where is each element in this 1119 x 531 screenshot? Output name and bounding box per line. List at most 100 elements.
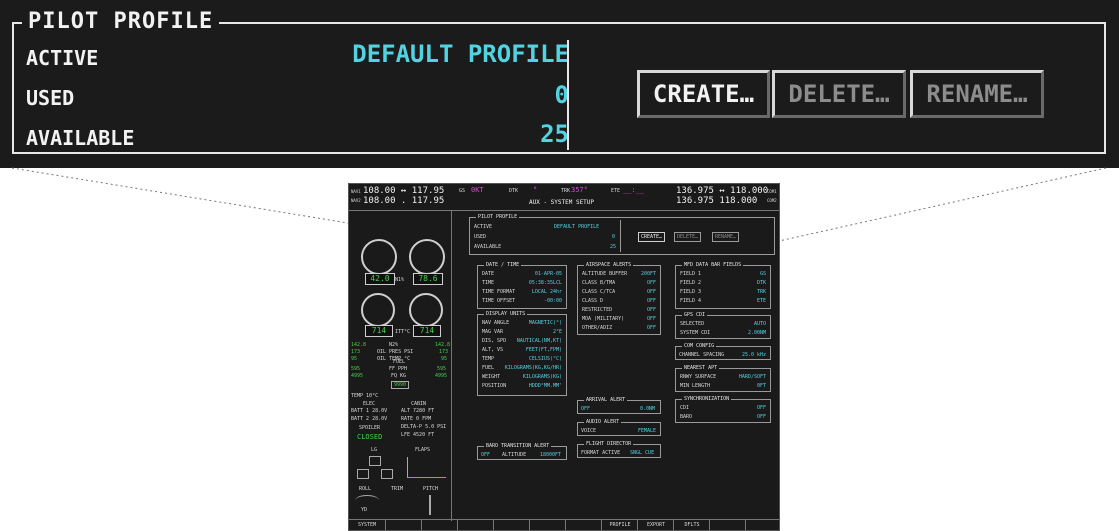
runway-surface-label: RNWY SURFACE	[680, 374, 717, 380]
softkey-profile[interactable]: PROFILE	[601, 520, 638, 530]
arrival-alert-distance[interactable]: 0.0NM	[640, 406, 655, 412]
time-format-row[interactable]: TIME FORMAT LOCAL 24hr	[482, 289, 562, 297]
airspace-alerts-title: AIRSPACE ALERTS	[584, 262, 634, 268]
airspace-alert-row[interactable]: CLASS D OFF	[582, 298, 656, 306]
n1-label: N1%	[395, 277, 405, 283]
nav-angle-value: MAGNETIC(°)	[528, 320, 562, 326]
sync-row[interactable]: BARO OFF	[680, 414, 766, 422]
mfd-rename-button[interactable]: RENAME…	[712, 232, 740, 242]
gps-cdi-box: GPS CDI SELECTED AUTO SYSTEM CDI 2.00NM	[675, 312, 771, 339]
softkey-5[interactable]	[493, 520, 530, 530]
com2-frequencies[interactable]: 136.975 118.000	[676, 197, 757, 206]
audio-alert-box: AUDIO ALERT VOICE FEMALE	[577, 419, 661, 436]
display-units-row[interactable]: NAV ANGLE MAGNETIC(°)	[482, 320, 562, 328]
other-adiz-value: OFF	[646, 325, 656, 331]
gps-cdi-row[interactable]: SYSTEM CDI 2.00NM	[680, 330, 766, 338]
spoiler-value: CLOSED	[357, 433, 383, 441]
flight-director-title: FLIGHT DIRECTOR	[584, 441, 634, 447]
airspace-alert-row[interactable]: ALTITUDE BUFFER 200FT	[582, 271, 656, 279]
temp-value: CELSIUS(°C)	[528, 356, 562, 362]
airspace-alert-row[interactable]: MOA (MILITARY) OFF	[582, 316, 656, 324]
airspace-alert-row[interactable]: CLASS B/TMA OFF	[582, 280, 656, 288]
field3-value: TRK	[756, 289, 766, 295]
nearest-apt-row[interactable]: RNWY SURFACE HARD/SOFT	[680, 374, 766, 382]
yd-label: YD	[361, 507, 368, 513]
airspace-alert-row[interactable]: CLASS C/TCA OFF	[582, 289, 656, 297]
softkey-11[interactable]	[709, 520, 746, 530]
min-length-value: 0FT	[756, 383, 766, 389]
mfd-pilot-profile-title: PILOT PROFILE	[476, 214, 520, 220]
flight-director-format-value[interactable]: SNGL CUE	[630, 450, 654, 456]
softkey-7[interactable]	[565, 520, 602, 530]
oil-temp-right: 95	[441, 356, 448, 362]
mag-var-value: 2°E	[552, 329, 562, 335]
data-bar-field-row[interactable]: FIELD 2 DTK	[680, 280, 766, 288]
softkey-dflts[interactable]: DFLTS	[673, 520, 710, 530]
nearest-apt-title: NEAREST APT	[682, 365, 720, 371]
time-offset-row[interactable]: TIME OFFSET -00:00	[482, 298, 562, 306]
baro-alert-altitude-value[interactable]: 18000FT	[540, 452, 561, 458]
time-row[interactable]: TIME 05:38:35LCL	[482, 280, 562, 288]
mfd-available-label: AVAILABLE	[474, 244, 502, 250]
softkey-system[interactable]: SYSTEM	[349, 520, 385, 530]
data-bar-field-row[interactable]: FIELD 4 ETE	[680, 298, 766, 306]
cabin-rate: RATE 0 FPM	[401, 416, 432, 422]
gps-cdi-row[interactable]: SELECTED AUTO	[680, 321, 766, 329]
sync-row[interactable]: CDI OFF	[680, 405, 766, 413]
softkey-12[interactable]	[745, 520, 779, 530]
softkey-3[interactable]	[421, 520, 458, 530]
softkey-4[interactable]	[457, 520, 494, 530]
nav1-frequencies[interactable]: 108.00 ↔ 117.95	[363, 187, 444, 196]
mfd-delete-button[interactable]: DELETE…	[674, 232, 702, 242]
n2-left: 142.8	[351, 342, 367, 348]
nearest-apt-row[interactable]: MIN LENGTH 0FT	[680, 383, 766, 391]
channel-spacing-value[interactable]: 25.0 kHz	[742, 352, 766, 358]
audio-alert-voice-label: VOICE	[581, 428, 597, 434]
min-length-label: MIN LENGTH	[680, 383, 711, 389]
com-config-title: COM CONFIG	[682, 343, 717, 349]
airspace-alert-row[interactable]: OTHER/ADIZ OFF	[582, 325, 656, 333]
trim-label: TRIM	[391, 486, 404, 492]
flaps-indicator	[407, 457, 446, 478]
pitch-label: PITCH	[423, 486, 439, 492]
display-units-row[interactable]: POSITION HDDD°MM.MM'	[482, 383, 562, 391]
system-cdi-value: 2.00NM	[747, 330, 766, 336]
display-units-row[interactable]: ALT, VS FEET(FT,FPM)	[482, 347, 562, 355]
mfd-create-button[interactable]: CREATE…	[638, 232, 666, 242]
n1-left-readout: 42.0	[365, 273, 395, 285]
nav2-frequencies[interactable]: 108.00 . 117.95	[363, 197, 444, 206]
class-c-value: OFF	[646, 289, 656, 295]
alt-vs-value: FEET(FT,FPM)	[525, 347, 562, 353]
nearest-apt-box: NEAREST APT RNWY SURFACE HARD/SOFT MIN LE…	[675, 365, 771, 392]
class-d-value: OFF	[646, 298, 656, 304]
display-units-row[interactable]: TEMP CELSIUS(°C)	[482, 356, 562, 364]
data-bar-field-row[interactable]: FIELD 3 TRK	[680, 289, 766, 297]
nose-gear-icon	[369, 456, 381, 466]
cdi-selected-value: AUTO	[753, 321, 766, 327]
display-units-row[interactable]: FUEL KILOGRAMS(KG,KG/HR)	[482, 365, 562, 373]
display-units-row[interactable]: WEIGHT KILOGRAMS(KG)	[482, 374, 562, 382]
display-units-row[interactable]: DIS, SPD NAUTICAL(NM,KT)	[482, 338, 562, 346]
oil-pres-left: 173	[351, 349, 361, 355]
display-units-row[interactable]: MAG VAR 2°E	[482, 329, 562, 337]
altitude-buffer-label: ALTITUDE BUFFER	[582, 271, 628, 277]
baro-alert-toggle[interactable]: OFF	[481, 452, 490, 458]
mfd-profile-divider	[620, 220, 621, 252]
arrival-alert-toggle[interactable]: OFF	[581, 406, 590, 412]
softkey-6[interactable]	[529, 520, 566, 530]
weight-label: WEIGHT	[482, 374, 501, 380]
airspace-alert-row[interactable]: RESTRICTED OFF	[582, 307, 656, 315]
data-bar-field-row[interactable]: FIELD 1 GS	[680, 271, 766, 279]
channel-spacing-label: CHANNEL SPACING	[679, 352, 725, 358]
class-b-value: OFF	[646, 280, 656, 286]
arrival-alert-title: ARRIVAL ALERT	[584, 397, 628, 403]
itt-left-readout: 714	[365, 325, 393, 337]
com1-frequencies[interactable]: 136.975 ↔ 118.000	[676, 187, 768, 196]
date-row[interactable]: DATE 01-APR-05	[482, 271, 562, 279]
audio-alert-voice-value[interactable]: FEMALE	[638, 428, 656, 434]
restricted-label: RESTRICTED	[582, 307, 613, 313]
softkey-export[interactable]: EXPORT	[637, 520, 674, 530]
class-b-label: CLASS B/TMA	[582, 280, 616, 286]
engine-indication-strip: 42.0 78.6 N1% 714 714 ITT°C 142.8 N2% 14…	[349, 211, 452, 521]
softkey-2[interactable]	[385, 520, 422, 530]
